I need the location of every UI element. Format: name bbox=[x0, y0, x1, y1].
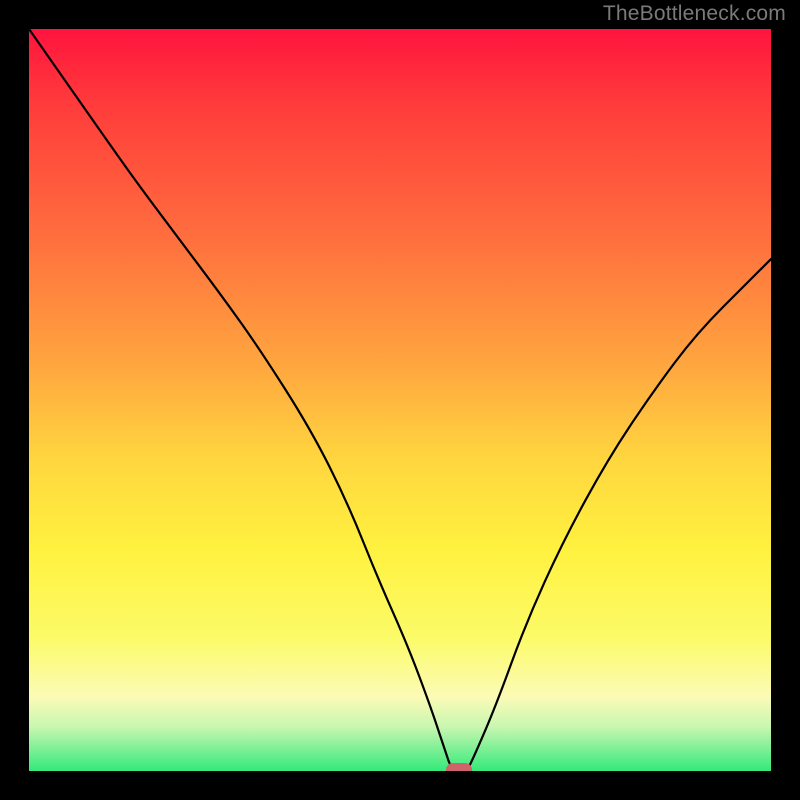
plot-area bbox=[29, 29, 771, 771]
bottleneck-curve bbox=[29, 29, 771, 771]
optimal-point-marker bbox=[446, 763, 472, 771]
watermark-label: TheBottleneck.com bbox=[603, 2, 786, 26]
chart-frame: TheBottleneck.com bbox=[0, 0, 800, 800]
